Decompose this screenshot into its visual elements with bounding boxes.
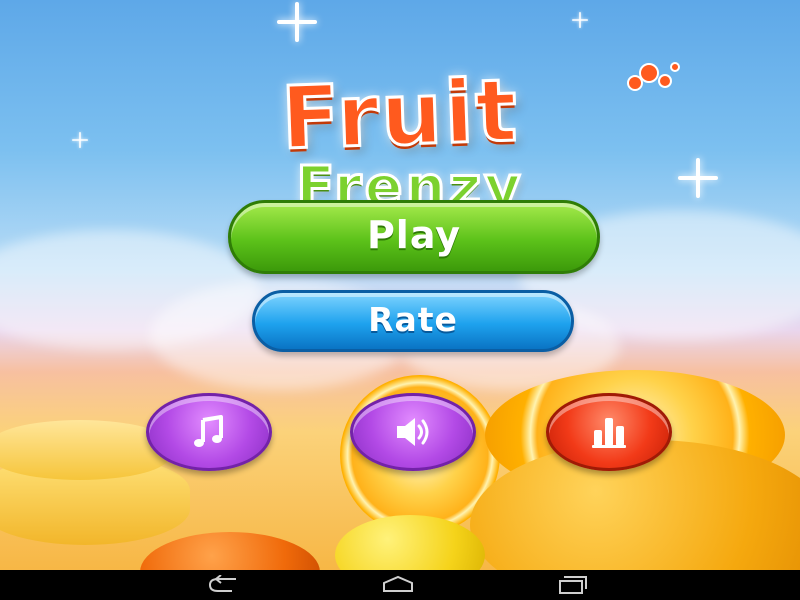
back-button[interactable] xyxy=(206,574,246,595)
play-button[interactable]: Play xyxy=(228,200,600,274)
system-navigation-bar xyxy=(0,570,800,600)
game-screen: Fruit Frenzy Play Rate xyxy=(0,0,800,600)
back-icon xyxy=(208,574,236,592)
music-toggle-button[interactable] xyxy=(146,393,272,471)
sparkle-icon xyxy=(572,12,588,28)
cake-image xyxy=(0,420,170,480)
music-note-icon xyxy=(194,415,223,447)
sparkle-icon xyxy=(277,2,317,42)
leaderboard-button[interactable] xyxy=(546,393,672,471)
home-button[interactable] xyxy=(378,575,418,595)
recent-apps-button[interactable] xyxy=(552,575,592,595)
juice-splash-icon xyxy=(627,62,680,91)
speaker-icon xyxy=(397,418,429,446)
rate-button[interactable]: Rate xyxy=(252,290,574,352)
sound-toggle-button[interactable] xyxy=(350,393,476,471)
sparkle-icon xyxy=(72,132,88,148)
recent-apps-icon xyxy=(559,576,587,594)
home-icon xyxy=(383,575,413,592)
bar-chart-icon xyxy=(592,418,626,448)
